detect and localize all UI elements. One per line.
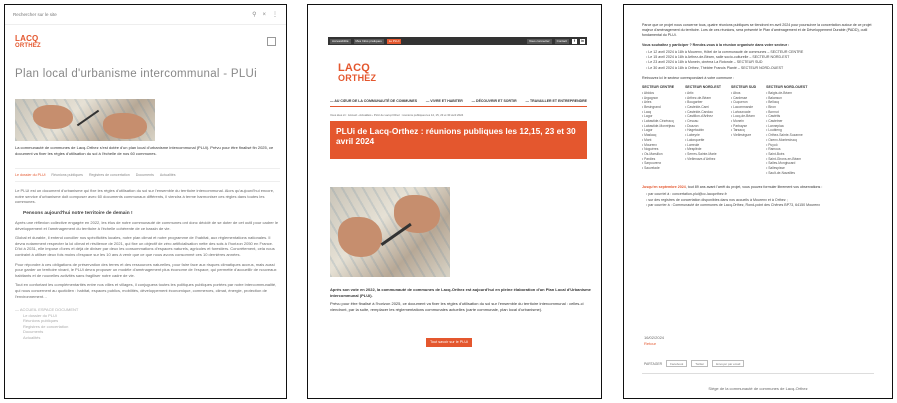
concertation-body: , tout 89 ans avant l'arrêt du projet, v… [685, 185, 823, 190]
paragraph-4: Pour répondre à ces obligations de prése… [15, 261, 277, 278]
tab-actualites[interactable]: Actualités [160, 173, 176, 177]
linkedin-icon[interactable]: in [580, 38, 585, 44]
list-item: Le 30 avril 2024 à 18h à Orthez, Théâtre… [646, 66, 882, 71]
share-email-button[interactable]: Envoyer par email [712, 360, 745, 367]
share-label: PARTAGER [644, 361, 663, 366]
search-icon[interactable]: ⚲ [252, 11, 256, 18]
paragraph-5: Tout en confortant les complémentarités … [15, 282, 277, 299]
logo-line1: LACQ [15, 34, 39, 43]
paragraph-1: Le PLUi est un document d'urbanisme qui … [15, 188, 275, 205]
lead-text: Prévu pour être finalisé à l'horizon 202… [330, 301, 584, 312]
article-lead: Après son vote en 2022, la communauté de… [330, 287, 592, 312]
lacq-orthez-logo[interactable]: LACQ ORTHEZ [338, 63, 376, 83]
concertation-deadline: Jusqu'en septembre 2024 [642, 185, 686, 190]
news-article-screenshot: Accessibilité Mes Infos pratiques Le PLU… [307, 4, 602, 399]
article-continued-screenshot: Parce que ce projet nous concerne tous, … [623, 4, 893, 399]
cat-decouvrir[interactable]: — DÉCOUVRIR ET SORTIR [472, 99, 517, 103]
town-item: Serres-Sainte-Marie [685, 152, 721, 157]
paragraph-2: Après une réflexion collective engagée e… [15, 219, 279, 231]
section-tabs: Le dossier du PLUi Réunions publiques Re… [15, 168, 280, 183]
meetings-list: Le 12 avril 2024 à 18h à Mourenx, Hôtel … [646, 50, 882, 71]
article-banner: PLUi de Lacq-Orthez : réunions publiques… [330, 121, 587, 159]
footer-text: Siège de la communauté de communes de La… [708, 386, 808, 392]
nav-plui[interactable]: Le PLUi [386, 38, 402, 44]
sector-column: SECTEUR SUDAbosCardesseCuqueronLacommand… [731, 85, 756, 176]
sector-name: SECTEUR NORD-EST [685, 84, 722, 89]
share-facebook-button[interactable]: Facebook [666, 360, 688, 367]
logo-line2: ORTHEZ [338, 73, 377, 83]
learn-more-button[interactable]: Tout savoir sur le PLUi [426, 338, 472, 347]
tab-reunions[interactable]: Réunions publiques [51, 173, 83, 177]
list-item: par courrier à : Communauté de communes … [646, 203, 882, 208]
breadcrumb[interactable]: Vous êtes ici : Accueil › Actualités › P… [330, 113, 463, 117]
tab-dossier[interactable]: Le dossier du PLUi [15, 173, 45, 177]
menu-dots-icon[interactable]: ⋮ [272, 11, 278, 18]
nav-contact[interactable]: Contact [554, 38, 569, 44]
nav-infos[interactable]: Mes Infos pratiques [353, 38, 384, 44]
tab-registres[interactable]: Registres de concertation [89, 173, 130, 177]
lead-bold: Après son vote en 2022, la communauté de… [330, 287, 591, 298]
section-heading: Pensons aujourd'hui notre territoire de … [23, 210, 133, 216]
sector-column: SECTEUR NORD-OUESTBaigts-de-BéarnBalansu… [766, 85, 807, 176]
nav-accessibility[interactable]: Accessibilité [330, 38, 351, 44]
intro-text: La communauté de communes de Lacq-Orthez… [15, 145, 274, 156]
cat-communaute[interactable]: — AU CŒUR DE LA COMMUNAUTÉ DE COMMUNES [330, 99, 417, 103]
town-item: Lacommande [731, 105, 756, 110]
search-input[interactable]: Rechercher sur le site [13, 12, 246, 17]
category-nav: — AU CŒUR DE LA COMMUNAUTÉ DE COMMUNES —… [330, 99, 587, 107]
concertation-text: Jusqu'en septembre 2024, tout 89 ans ava… [642, 185, 882, 190]
sector-name: SECTEUR NORD-OUEST [766, 84, 808, 89]
town-item: Vielleségure [731, 133, 756, 138]
hands-on-map-photo [330, 187, 450, 277]
sector-name: SECTEUR CENTRE [642, 84, 675, 89]
logo-line2: ORTHEZ [15, 43, 41, 49]
cat-vivre[interactable]: — VIVRE ET HABITER [426, 99, 463, 103]
sectors-title: Retrouvez ici le secteur correspondant à… [642, 75, 735, 80]
article-content: Parce que ce projet nous concerne tous, … [642, 23, 882, 208]
article-meta: 16/02/2024 Retour [644, 335, 664, 346]
share-bar: PARTAGER Facebook Twitter Envoyer par em… [644, 360, 745, 367]
close-icon[interactable]: × [262, 12, 266, 18]
town-item: Sauvelade [642, 166, 675, 171]
nav-login[interactable]: Vous connecter [526, 38, 552, 44]
paragraph-3: Global et durable, il entend concilier n… [15, 235, 275, 257]
share-twitter-button[interactable]: Twitter [691, 360, 709, 367]
document-toc: — ACCUEIL ESPACE DOCUMENT Le dossier du … [15, 307, 280, 341]
sector-column: SECTEUR CENTREAbidosArgagnonArlesBesingr… [642, 85, 675, 176]
lacq-orthez-logo[interactable]: LACQ ORTHEZ [15, 34, 41, 50]
plui-page-screenshot: Rechercher sur le site ⚲ × ⋮ LACQ ORTHEZ… [4, 4, 287, 399]
participate-text: Vous souhaitez y participer ? Rendez-vou… [642, 43, 790, 47]
page-body: La communauté de communes de Lacq-Orthez… [15, 145, 280, 341]
facebook-icon[interactable]: f [572, 38, 577, 44]
town-item: Sault-de-Navailles [766, 171, 807, 176]
town-item: Viellenave-d'Arthez [685, 157, 721, 162]
channels-list: par courriel à : concertation-plui@cc-la… [646, 192, 882, 208]
page-title: Plan local d'urbanisme intercommunal - P… [15, 68, 258, 80]
intro-text: Parce que ce projet nous concerne tous, … [642, 23, 872, 37]
menu-icon[interactable] [267, 37, 276, 46]
footer-divider [642, 373, 874, 374]
tab-documents[interactable]: Documents [136, 173, 154, 177]
top-bar: Rechercher sur le site ⚲ × ⋮ [5, 5, 286, 25]
publish-date: 16/02/2024 [644, 335, 665, 340]
sector-column: SECTEUR NORD-ESTArtixArthez-de-BéarnBoug… [685, 85, 721, 176]
sectors-grid: SECTEUR CENTREAbidosArgagnonArlesBesingr… [642, 85, 882, 176]
back-link[interactable]: Retour [644, 341, 664, 347]
toc-item[interactable]: Actualités [15, 335, 280, 341]
top-nav: Accessibilité Mes Infos pratiques Le PLU… [328, 37, 587, 45]
hands-on-map-photo [15, 99, 155, 141]
article-title: PLUi de Lacq-Orthez : réunions publiques… [336, 126, 576, 146]
cat-travailler[interactable]: — TRAVAILLER ET ENTREPRENDRE [525, 99, 587, 103]
sector-name: SECTEUR SUD [731, 84, 757, 89]
